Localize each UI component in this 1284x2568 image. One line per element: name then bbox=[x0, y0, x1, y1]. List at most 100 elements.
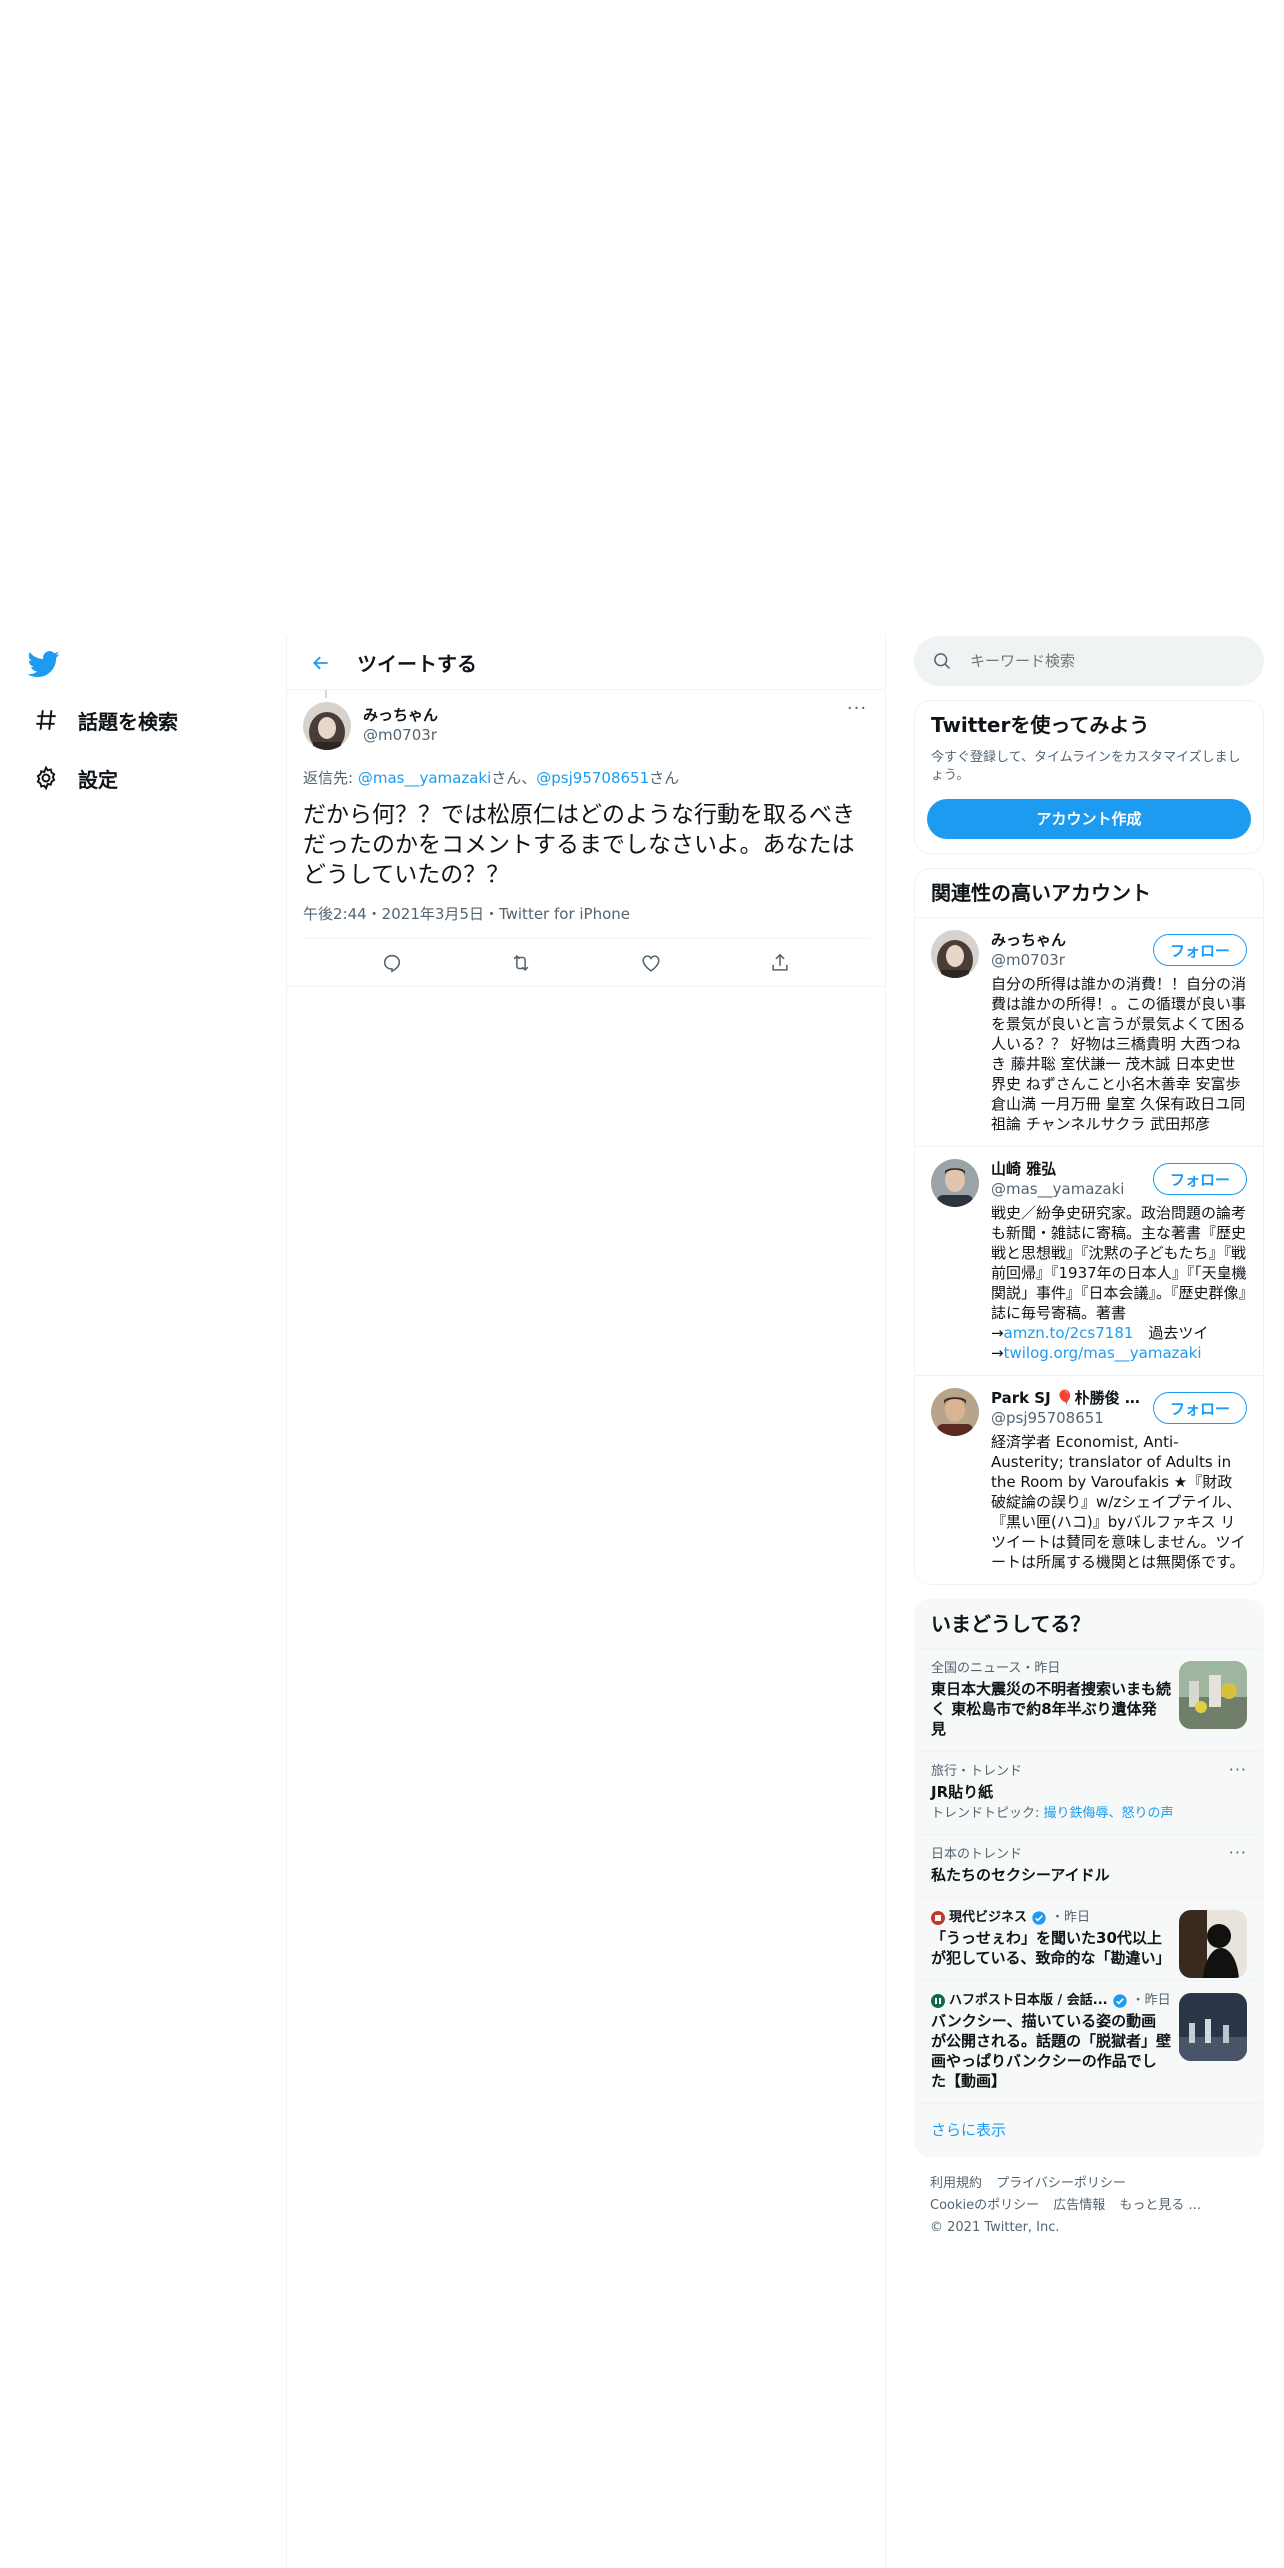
more-options-icon[interactable]: ··· bbox=[1229, 1762, 1247, 1778]
tweet-text: だから何？？では松原仁はどのような行動を取るべきだったのかをコメントするまでしな… bbox=[303, 802, 855, 888]
trend-topics: トレンドトピック: 撮り鉄侮辱、怒りの声 bbox=[931, 1806, 1247, 1822]
bio-link[interactable]: amzn.to/2cs7181 bbox=[1004, 1324, 1134, 1342]
account-bio: 経済学者 Economist, Anti-Austerity; translat… bbox=[991, 1433, 1246, 1571]
search-box[interactable] bbox=[914, 636, 1264, 686]
search-icon bbox=[932, 651, 952, 671]
trend-title: バンクシー、描いている姿の動画が公開される。話題の「脱獄者」壁画やっぱりバンクシ… bbox=[931, 2012, 1172, 2090]
account-name[interactable]: みっちゃん bbox=[991, 930, 1141, 950]
user-name[interactable]: みっちゃん bbox=[363, 705, 438, 725]
source-logo-icon bbox=[931, 1994, 945, 2008]
trend-title: 私たちのセクシーアイドル bbox=[931, 1866, 1110, 1884]
tweet: みっちゃん @m0703r ··· 返信先: @mas__yamazakiさん、… bbox=[287, 690, 885, 987]
user-handle: @m0703r bbox=[363, 726, 437, 744]
more-options-icon[interactable]: ··· bbox=[1229, 1845, 1247, 1861]
footer-row: 利用規約 プライバシーポリシー bbox=[930, 2173, 1248, 2195]
account-name[interactable]: Park SJ 🎈朴勝俊 A... bbox=[991, 1388, 1141, 1408]
trend-item[interactable]: 現代ビジネス ・昨日 「うっせぇわ」を聞いた30代以上が犯している、致命的な「勘… bbox=[915, 1897, 1263, 1980]
footer-row: Cookieのポリシー 広告情報 もっと見る ... bbox=[930, 2195, 1248, 2217]
account-bio: 戦史／紛争史研究家。政治問題の論考も新聞・雑誌に寄稿。主な著書『歴史戦と思想戦』… bbox=[991, 1203, 1247, 1363]
reply-suffix: さん bbox=[649, 769, 680, 787]
account-name[interactable]: 山崎 雅弘 bbox=[991, 1159, 1141, 1179]
trend-time: ・昨日 bbox=[1131, 1993, 1171, 2008]
avatar[interactable] bbox=[931, 1388, 979, 1436]
trend-source: 現代ビジネス bbox=[949, 1910, 1028, 1925]
avatar[interactable] bbox=[931, 930, 979, 978]
avatar[interactable] bbox=[931, 1159, 979, 1207]
relevant-accounts-card: 関連性の高いアカウント みっちゃん @m0703r 自分の所得は誰かの消費！！自… bbox=[914, 868, 1264, 1585]
reply-user-link[interactable]: @psj95708651 bbox=[536, 769, 649, 787]
copyright: © 2021 Twitter, Inc. bbox=[930, 2220, 1060, 2235]
trend-title: 「うっせぇわ」を聞いた30代以上が犯している、致命的な「勘違い」 bbox=[931, 1929, 1171, 1967]
privacy-link[interactable]: プライバシーポリシー bbox=[996, 2176, 1126, 2191]
trend-meta: 日本のトレンド bbox=[931, 1847, 1023, 1862]
follow-button[interactable]: フォロー bbox=[1152, 1392, 1247, 1424]
trends-card: いまどうしてる？ 全国のニュース・昨日 東日本大震災の不明者捜索いまも続く 東松… bbox=[914, 1599, 1264, 2157]
nav-explore[interactable]: 話題を検索 bbox=[28, 698, 178, 742]
bio-link[interactable]: twilog.org/mas__yamazaki bbox=[1004, 1344, 1202, 1362]
reply-to: 返信先: @mas__yamazakiさん、@psj95708651さん bbox=[303, 768, 869, 788]
more-link[interactable]: もっと見る ... bbox=[1119, 2198, 1201, 2213]
relevant-accounts-title: 関連性の高いアカウント bbox=[931, 881, 1151, 905]
main-header: ツイートする bbox=[287, 636, 885, 690]
trend-item[interactable]: 旅行・トレンド JR貼り紙 トレンドトピック: 撮り鉄侮辱、怒りの声 ··· bbox=[915, 1751, 1263, 1834]
reply-user-link[interactable]: @mas__yamazaki bbox=[358, 769, 491, 787]
follow-button[interactable]: フォロー bbox=[1152, 934, 1247, 966]
search-input[interactable] bbox=[970, 652, 1230, 670]
nav-settings-label: 設定 bbox=[78, 767, 118, 792]
more-options-icon[interactable]: ··· bbox=[845, 700, 869, 722]
signup-card: Twitterを使ってみよう 今すぐ登録して、タイムラインをカスタマイズしましょ… bbox=[914, 700, 1264, 854]
trend-item[interactable]: 全国のニュース・昨日 東日本大震災の不明者捜索いまも続く 東松島市で約8年半ぶり… bbox=[915, 1648, 1263, 1751]
account-item[interactable]: 山崎 雅弘 @mas__yamazaki 戦史／紛争史研究家。政治問題の論考も新… bbox=[915, 1146, 1263, 1375]
thread-line bbox=[325, 690, 327, 698]
gear-icon bbox=[28, 760, 64, 796]
trend-thumbnail bbox=[1179, 1661, 1247, 1729]
footer: 利用規約 プライバシーポリシー Cookieのポリシー 広告情報 もっと見る .… bbox=[914, 2157, 1264, 2255]
tweet-timestamp[interactable]: 午後2:44・2021年3月5日・Twitter for iPhone bbox=[303, 904, 869, 939]
terms-link[interactable]: 利用規約 bbox=[930, 2176, 982, 2191]
trend-item[interactable]: 日本のトレンド 私たちのセクシーアイドル ··· bbox=[915, 1834, 1263, 1897]
reply-prefix: 返信先: bbox=[303, 769, 358, 787]
right-sidebar: Twitterを使ってみよう 今すぐ登録して、タイムラインをカスタマイズしましょ… bbox=[914, 636, 1264, 2255]
main-column: ツイートする みっちゃん @m0703r ··· 返信先: @mas__yama… bbox=[286, 636, 886, 2568]
account-item[interactable]: Park SJ 🎈朴勝俊 A... @psj95708651 経済学者 Econ… bbox=[915, 1375, 1263, 1584]
verified-badge-icon bbox=[1112, 1993, 1128, 2009]
tweet-user[interactable]: みっちゃん @m0703r bbox=[363, 702, 438, 745]
share-icon[interactable] bbox=[763, 946, 797, 980]
trend-meta: 旅行・トレンド bbox=[931, 1764, 1023, 1779]
back-arrow-icon[interactable] bbox=[303, 645, 339, 681]
account-item[interactable]: みっちゃん @m0703r 自分の所得は誰かの消費！！自分の消費は誰かの所得！。… bbox=[915, 917, 1263, 1146]
page-title: ツイートする bbox=[357, 652, 477, 676]
trend-title: JR貼り紙 bbox=[931, 1783, 994, 1801]
trend-time: ・昨日 bbox=[1051, 1910, 1091, 1925]
trend-topics-prefix: トレンドトピック: bbox=[931, 1806, 1044, 1821]
retweet-icon[interactable] bbox=[504, 946, 538, 980]
trend-thumbnail bbox=[1179, 1993, 1247, 2061]
bio-text: 戦史／紛争史研究家。政治問題の論考も新聞・雑誌に寄稿。主な著書『歴史戦と思想戦』… bbox=[991, 1204, 1247, 1342]
create-account-button[interactable]: アカウント作成 bbox=[927, 799, 1251, 839]
verified-badge-icon bbox=[1031, 1910, 1047, 1926]
like-heart-icon[interactable] bbox=[634, 946, 668, 980]
trend-title: 東日本大震災の不明者捜索いまも続く 東松島市で約8年半ぶり遺体発見 bbox=[931, 1680, 1172, 1738]
signup-title: Twitterを使ってみよう bbox=[931, 713, 1150, 737]
trend-thumbnail bbox=[1179, 1910, 1247, 1978]
trend-item[interactable]: ハフポスト日本版 / 会話... ・昨日 バンクシー、描いている姿の動画が公開さ… bbox=[915, 1980, 1263, 2103]
trend-topics-link[interactable]: 撮り鉄侮辱、怒りの声 bbox=[1044, 1806, 1174, 1821]
signup-description: 今すぐ登録して、タイムラインをカスタマイズしましょう。 bbox=[931, 750, 1241, 783]
show-more-link[interactable]: さらに表示 bbox=[915, 2103, 1263, 2156]
account-bio: 自分の所得は誰かの消費！！自分の消費は誰かの所得！。この循環が良い事を景気が良い… bbox=[991, 975, 1247, 1133]
hashtag-icon bbox=[28, 702, 64, 738]
reply-icon[interactable] bbox=[375, 946, 409, 980]
trend-source: ハフポスト日本版 / 会話... bbox=[949, 1993, 1108, 2008]
nav-explore-label: 話題を検索 bbox=[78, 709, 178, 734]
reply-suffix: さん、 bbox=[491, 769, 537, 787]
cookie-link[interactable]: Cookieのポリシー bbox=[930, 2198, 1039, 2213]
ads-link[interactable]: 広告情報 bbox=[1053, 2198, 1105, 2213]
nav-settings[interactable]: 設定 bbox=[28, 756, 118, 800]
twitter-logo-icon[interactable] bbox=[27, 648, 64, 684]
follow-button[interactable]: フォロー bbox=[1152, 1163, 1247, 1195]
avatar[interactable] bbox=[303, 702, 351, 750]
source-logo-icon bbox=[931, 1911, 945, 1925]
tweet-actions bbox=[287, 939, 885, 987]
trends-title: いまどうしてる？ bbox=[931, 1612, 1091, 1636]
tweet-header: みっちゃん @m0703r ··· bbox=[303, 700, 869, 754]
